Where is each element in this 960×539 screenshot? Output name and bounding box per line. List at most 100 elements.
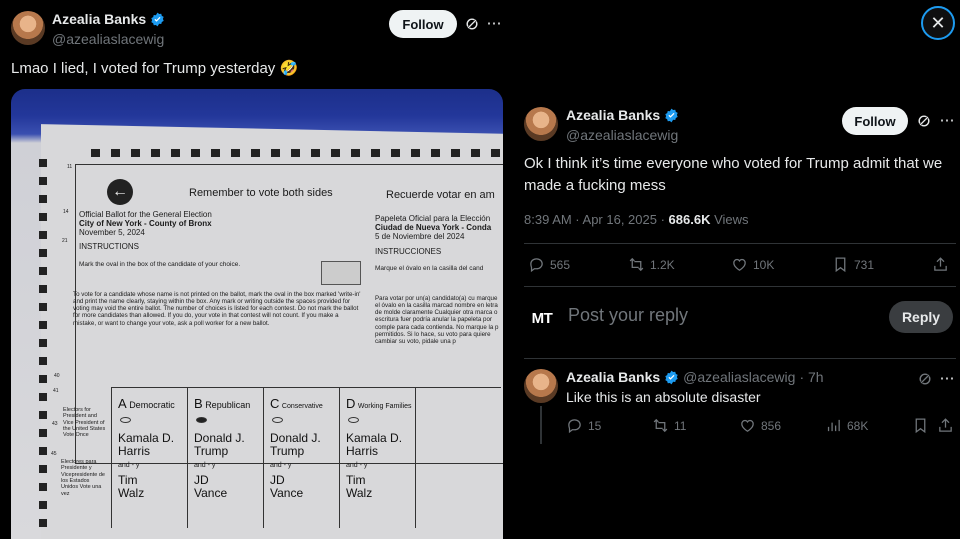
ballot-row-number: 41 <box>53 388 59 394</box>
ballot-arrow-icon: ← <box>107 179 133 205</box>
grok-icon[interactable] <box>914 111 934 131</box>
reply-icon <box>568 419 581 434</box>
main-follow-button[interactable]: Follow <box>842 107 908 135</box>
share-icon <box>939 418 952 432</box>
share-action[interactable] <box>932 256 949 273</box>
share-action[interactable] <box>937 417 954 434</box>
heart-icon <box>733 258 746 271</box>
bookmark-count: 731 <box>854 257 875 272</box>
views-action[interactable]: 68K <box>825 417 868 434</box>
main-author-name-row[interactable]: Azealia Banks <box>566 107 679 123</box>
column-letter: C <box>270 396 280 411</box>
ballot-instructions-es: INSTRUCCIONES <box>375 247 442 256</box>
vp-name: JD Vance <box>194 473 228 500</box>
close-icon[interactable]: ✕ <box>921 6 955 40</box>
ballot-instructions-en: INSTRUCTIONS <box>79 242 139 251</box>
ballot-official-es: Papeleta Oficial para la Elección <box>375 214 491 223</box>
reply-icon <box>530 258 543 273</box>
reply-author-avatar[interactable] <box>524 369 558 403</box>
ballot-date-en: November 5, 2024 <box>79 228 145 237</box>
post-meta: 8:39 AM · Apr 16, 2025 · 686.6K Views <box>524 212 749 227</box>
candidate-grid: A Democratic Kamala D. Harris and - y Ti… <box>111 387 501 528</box>
quoted-author-name-row[interactable]: Azealia Banks <box>52 11 165 27</box>
reply-age[interactable]: · 7h <box>799 369 823 385</box>
ballot-photo[interactable]: ← Remember to vote both sides Recuerde v… <box>11 89 503 539</box>
ballot-row-number: 21 <box>62 238 68 244</box>
share-icon <box>934 257 947 271</box>
ballot-oval <box>120 417 131 423</box>
ballot-timing-marks-top <box>91 149 501 157</box>
quoted-author-handle[interactable]: @azealiaslacewig <box>52 31 165 47</box>
party-name: Republican <box>205 400 251 410</box>
heart-icon <box>741 419 754 432</box>
ballot-row-number: 45 <box>51 451 57 457</box>
ballot-writein-es: Para votar por un(a) candidato(a) cu mar… <box>375 295 499 345</box>
vp-name: Tim Walz <box>118 473 145 500</box>
reply-author-row: Azealia Banks @azealiaslacewig · 7h <box>566 369 824 385</box>
ballot-office-es: Electores para Presidente y Vicepresiden… <box>61 459 105 497</box>
bookmark-action[interactable] <box>912 417 929 434</box>
candidate-column: A Democratic Kamala D. Harris and - y Ti… <box>111 388 187 528</box>
reply-action[interactable]: 565 <box>528 256 570 273</box>
views-count: 686.6K <box>668 212 711 227</box>
ballot-header-en: Remember to vote both sides <box>189 187 333 199</box>
reply-input[interactable]: Post your reply <box>568 305 688 326</box>
verified-badge-icon <box>151 12 164 26</box>
ballot-office-en: Electors for President and Vice Presiden… <box>63 407 106 439</box>
divider <box>524 243 956 244</box>
ballot-oval <box>348 417 359 423</box>
more-options-icon[interactable]: ⋯ <box>484 13 504 33</box>
ballot-mark-es: Marque el óvalo en la casilla del cand <box>375 265 484 272</box>
like-count: 10K <box>753 257 775 272</box>
verified-badge-icon <box>665 370 678 384</box>
like-action[interactable]: 856 <box>739 417 781 434</box>
bookmark-action[interactable]: 731 <box>832 256 874 273</box>
ballot-row-number: 14 <box>63 209 69 215</box>
ballot-mark-example-icon <box>321 261 361 285</box>
ballot-date-es: 5 de Noviembre del 2024 <box>375 232 465 241</box>
quoted-author-name[interactable]: Azealia Banks <box>52 11 146 27</box>
candidate-column: B Republican Donald J. Trump and - y JD … <box>187 388 263 528</box>
main-author-handle[interactable]: @azealiaslacewig <box>566 127 679 143</box>
like-count: 856 <box>761 418 782 433</box>
ballot-city-en: City of New York - County of Bronx <box>79 219 212 228</box>
column-letter: D <box>346 396 356 411</box>
and-label: and - y <box>194 462 216 469</box>
main-author-avatar[interactable] <box>524 107 558 141</box>
analytics-icon <box>827 419 840 432</box>
ballot-official-en: Official Ballot for the General Election <box>79 210 212 219</box>
vp-name: Tim Walz <box>346 473 373 500</box>
candidate-column: D Working Families Kamala D. Harris and … <box>339 388 415 528</box>
column-letter: B <box>194 396 203 411</box>
party-name: Conservative <box>281 403 323 410</box>
reply-button[interactable]: Reply <box>889 301 953 333</box>
grok-icon[interactable] <box>462 14 482 34</box>
party-name: Working Families <box>357 403 412 410</box>
repost-action[interactable]: 11 <box>652 417 686 434</box>
quoted-follow-button[interactable]: Follow <box>389 10 457 38</box>
main-author-name[interactable]: Azealia Banks <box>566 107 660 123</box>
more-options-icon[interactable]: ⋯ <box>937 368 957 388</box>
thread-panel: ✕ Azealia Banks @azealiaslacewig Follow … <box>512 0 960 539</box>
quoted-author-avatar[interactable] <box>11 11 45 45</box>
reply-author-name[interactable]: Azealia Banks <box>566 369 660 385</box>
ballot-writein-en: To vote for a candidate whose name is no… <box>73 291 361 327</box>
bookmark-icon <box>915 418 926 434</box>
and-label: and - y <box>270 462 292 469</box>
president-name: Donald J. Trump <box>270 431 321 458</box>
thread-connector <box>540 406 542 444</box>
ballot-oval <box>272 417 283 423</box>
more-options-icon[interactable]: ⋯ <box>937 110 957 130</box>
main-post-text: Ok I think it’s time everyone who voted … <box>524 155 943 194</box>
current-user-avatar[interactable]: MT <box>524 300 560 336</box>
grok-icon[interactable] <box>915 369 935 389</box>
party-name: Democratic <box>129 400 175 410</box>
reply-author-handle[interactable]: @azealiaslacewig <box>683 369 795 385</box>
views-label: Views <box>710 212 749 227</box>
and-label: and - y <box>346 462 368 469</box>
reply-action[interactable]: 15 <box>566 417 601 434</box>
post-timestamp[interactable]: 8:39 AM · Apr 16, 2025 · <box>524 212 669 227</box>
divider <box>524 358 956 359</box>
like-action[interactable]: 10K <box>731 256 774 273</box>
repost-action[interactable]: 1.2K <box>628 256 675 273</box>
